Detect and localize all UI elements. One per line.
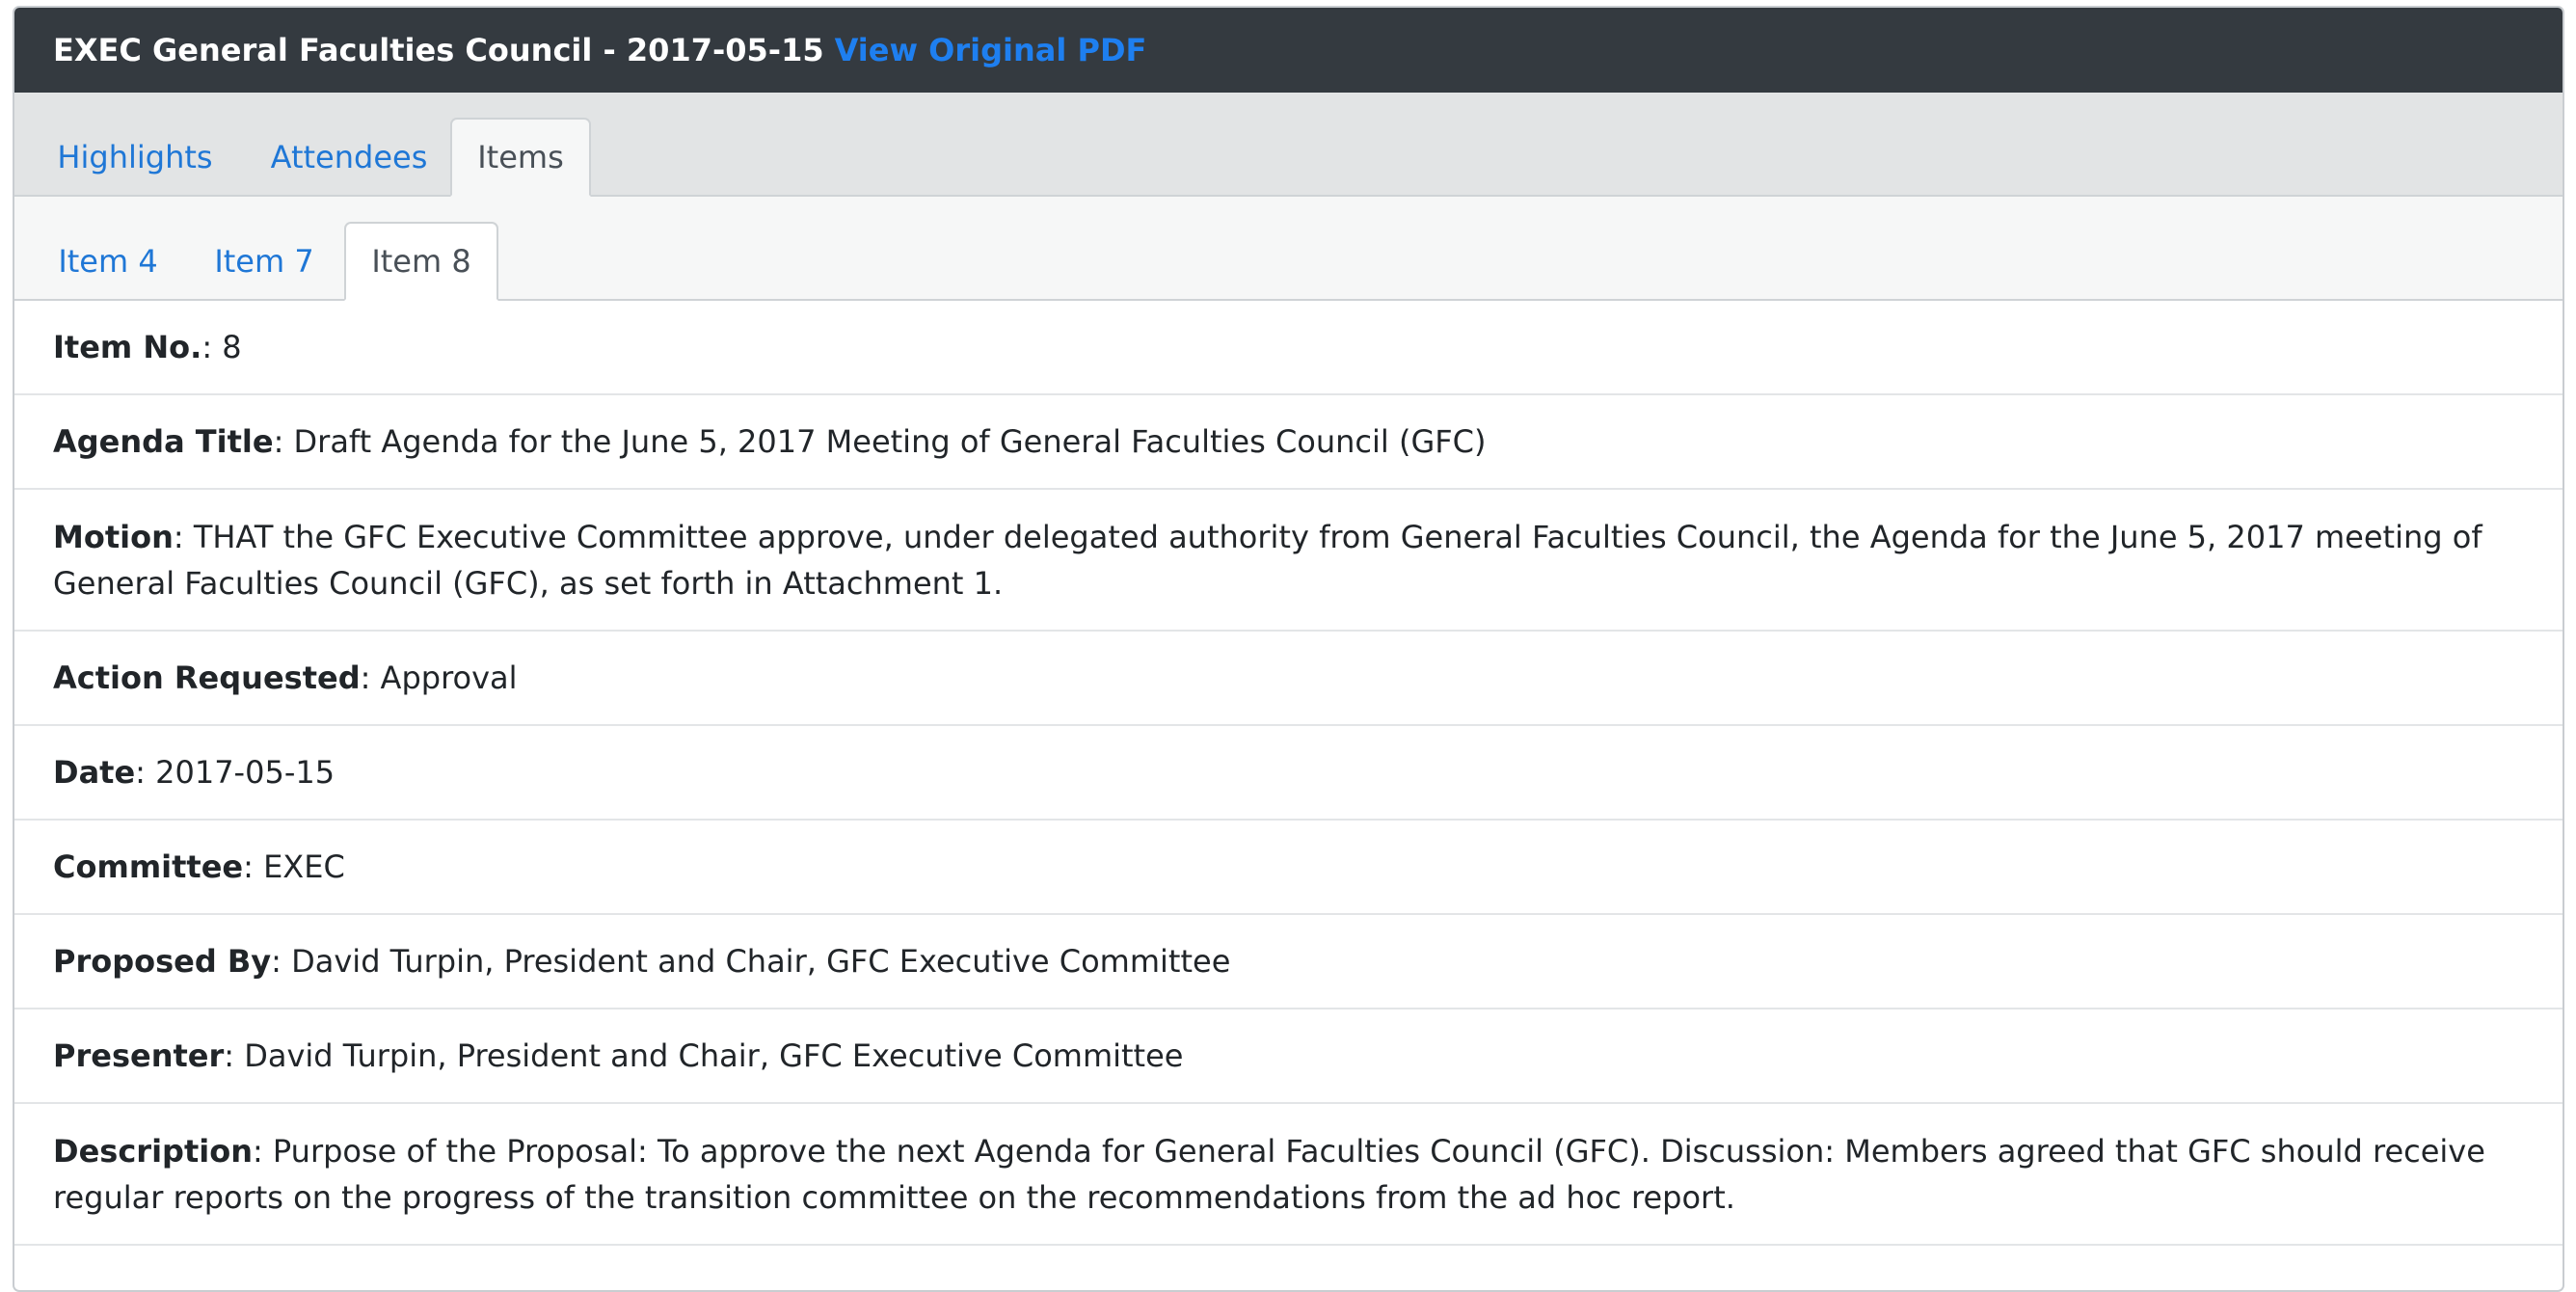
field-value: : 2017-05-15 (135, 754, 335, 791)
field-label: Action Requested (53, 659, 361, 696)
tab-item-8[interactable]: Item 8 (344, 222, 498, 301)
field-label: Motion (53, 518, 174, 555)
field-label: Presenter (53, 1037, 225, 1074)
field-proposed-by: Proposed By: David Turpin, President and… (14, 915, 2563, 1009)
item-card: EXEC General Faculties Council - 2017-05… (13, 6, 2564, 1292)
field-description: Description: Purpose of the Proposal: To… (14, 1104, 2563, 1246)
field-value: : David Turpin, President and Chair, GFC… (224, 1037, 1184, 1074)
field-value: : Purpose of the Proposal: To approve th… (53, 1132, 2485, 1216)
field-value: : Approval (360, 659, 518, 696)
page-title: EXEC General Faculties Council - 2017-05… (53, 32, 824, 68)
field-agenda-title: Agenda Title: Draft Agenda for the June … (14, 395, 2563, 490)
field-value: : 8 (201, 329, 242, 365)
field-value: : David Turpin, President and Chair, GFC… (271, 943, 1231, 980)
tab-item-7[interactable]: Item 7 (201, 222, 327, 301)
field-value: : Draft Agenda for the June 5, 2017 Meet… (273, 423, 1487, 460)
field-value: : EXEC (243, 848, 345, 885)
field-value: : THAT the GFC Executive Committee appro… (53, 518, 2482, 602)
tab-items[interactable]: Items (450, 118, 591, 197)
field-item-no: Item No.: 8 (14, 301, 2563, 395)
field-motion: Motion: THAT the GFC Executive Committee… (14, 490, 2563, 632)
tab-attendees[interactable]: Attendees (259, 118, 439, 197)
field-label: Date (53, 754, 136, 791)
tab-item-4[interactable]: Item 4 (45, 222, 171, 301)
field-label: Description (53, 1132, 253, 1170)
tab-highlights[interactable]: Highlights (45, 118, 225, 197)
field-label: Proposed By (53, 943, 272, 980)
main-tabs: Highlights Attendees Items (14, 93, 2563, 197)
field-presenter: Presenter: David Turpin, President and C… (14, 1009, 2563, 1104)
field-date: Date: 2017-05-15 (14, 726, 2563, 821)
field-action-requested: Action Requested: Approval (14, 632, 2563, 726)
field-label: Committee (53, 848, 244, 885)
card-header: EXEC General Faculties Council - 2017-05… (14, 8, 2563, 93)
item-tabs: Item 4 Item 7 Item 8 (14, 197, 2563, 301)
field-committee: Committee: EXEC (14, 821, 2563, 915)
field-label: Item No. (53, 329, 202, 365)
field-label: Agenda Title (53, 423, 274, 460)
view-original-pdf-link[interactable]: View Original PDF (835, 32, 1147, 68)
